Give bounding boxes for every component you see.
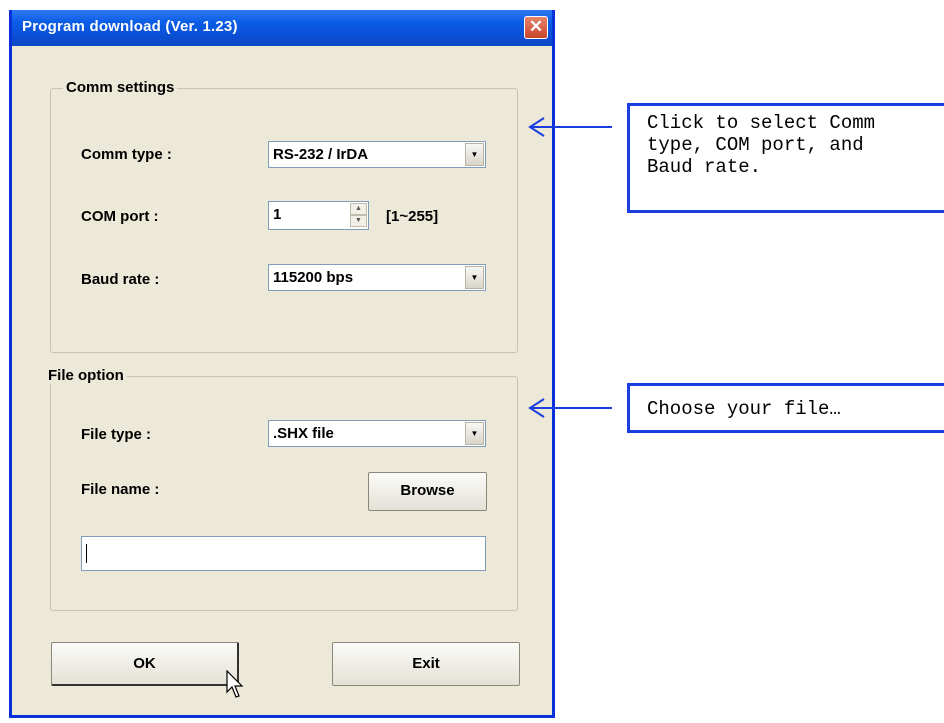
file-annotation-note: Choose your file… — [627, 383, 944, 433]
comm-arrow-icon — [528, 117, 612, 137]
comm-annotation-note: Click to select Comm type, COM port, and… — [627, 103, 944, 213]
file-arrow-icon — [528, 398, 612, 418]
